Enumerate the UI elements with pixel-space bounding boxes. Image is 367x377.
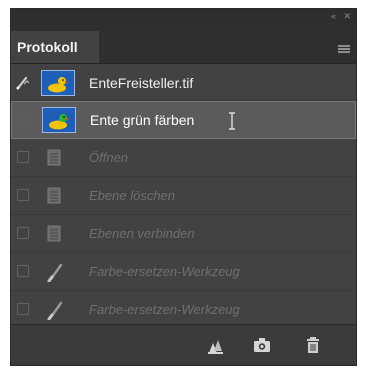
close-panel-button[interactable]: ✕ [343,9,351,23]
panel-tab-bar: Protokoll [11,23,356,64]
history-source-checkbox[interactable] [17,227,29,239]
brush-icon [47,263,63,282]
history-snapshot[interactable]: EnteFreisteller.tif [11,65,356,101]
history-state-row[interactable]: Ebene löschen [11,177,356,215]
history-panel: « ✕ Protokoll EnteFreisteller.tif Ente g… [10,8,357,366]
camera-icon[interactable] [252,335,272,355]
collapse-panel-button[interactable]: « [331,9,336,23]
tab-protokoll[interactable]: Protokoll [11,31,99,63]
history-list: EnteFreisteller.tif Ente grün färben Öff… [11,65,356,329]
history-state-label: Ente grün färben [90,112,195,128]
document-icon [47,225,61,242]
history-state-label: Ebene löschen [89,188,176,203]
new-document-from-state-icon[interactable] [205,335,225,355]
panel-title-bar: « ✕ [11,9,356,23]
brush-icon [47,301,63,320]
snapshot-label: EnteFreisteller.tif [89,75,194,91]
history-source-checkbox[interactable] [17,189,29,201]
duck-thumbnail [42,107,76,133]
panel-menu-icon[interactable] [338,45,350,53]
history-state-label: Öffnen [89,150,129,165]
history-source-checkbox[interactable] [17,303,29,315]
history-source-checkbox[interactable] [17,265,29,277]
history-state-row[interactable]: Ente grün färben [11,101,356,139]
history-state-label: Farbe-ersetzen-Werkzeug [89,264,240,279]
history-state-label: Ebenen verbinden [89,226,195,241]
trash-icon[interactable] [303,335,323,355]
document-icon [47,187,61,204]
history-footer-toolbar [11,324,356,365]
history-state-row[interactable]: Ebenen verbinden [11,215,356,253]
history-source-checkbox[interactable] [17,151,29,163]
text-cursor-icon [229,112,235,130]
history-source-brush-icon[interactable] [15,75,31,91]
duck-thumbnail [41,70,75,96]
document-icon [47,149,61,166]
history-state-row[interactable]: Öffnen [11,139,356,177]
history-state-label: Farbe-ersetzen-Werkzeug [89,302,240,317]
history-state-row[interactable]: Farbe-ersetzen-Werkzeug [11,253,356,291]
history-source-checkbox[interactable] [18,114,30,126]
